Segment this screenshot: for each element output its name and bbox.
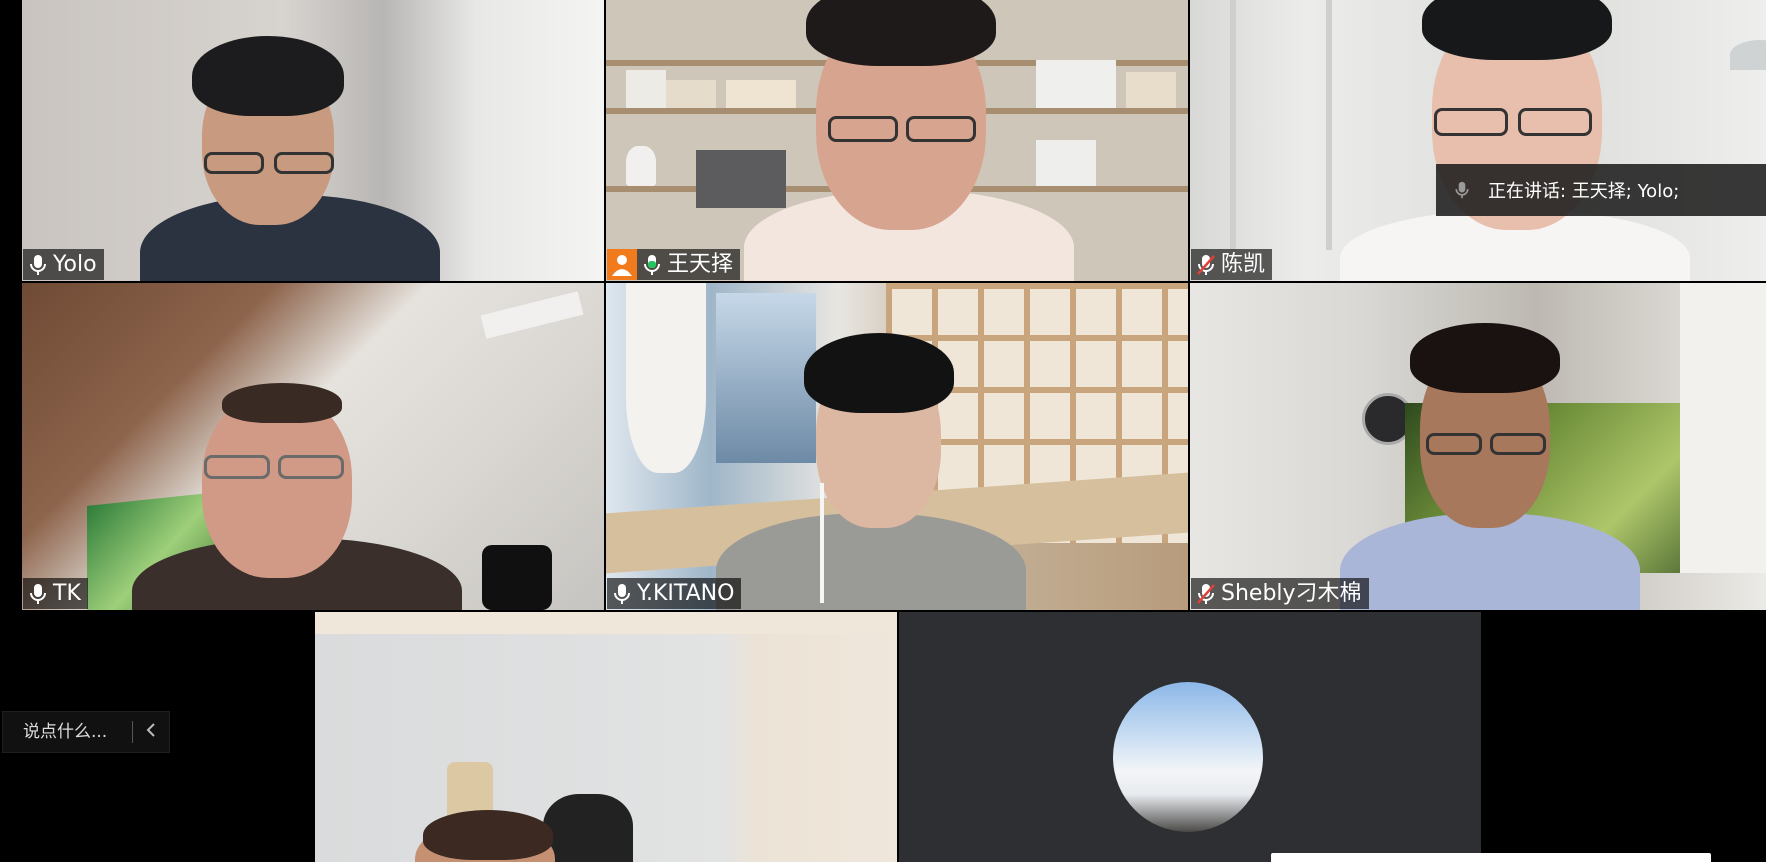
- microphone-icon: [27, 253, 49, 277]
- participant-hair: [423, 810, 553, 860]
- speaking-indicator: 正在讲话: 王天择; Yolo;: [1436, 164, 1766, 216]
- participant-label: 王天择: [607, 249, 741, 280]
- participant-avatar: [1113, 682, 1263, 832]
- participant-label: Yolo: [23, 249, 104, 280]
- chevron-left-icon[interactable]: [133, 720, 169, 744]
- chat-input[interactable]: 说点什么...: [3, 721, 134, 743]
- overlay-panel: [1271, 853, 1711, 862]
- window-curtain: [1680, 283, 1766, 573]
- participant-name: Y.KITANO: [637, 581, 735, 606]
- participant-name: Shebly刁木棉: [1221, 581, 1362, 606]
- gaming-chair: [543, 794, 633, 862]
- chat-input-bar[interactable]: 说点什么...: [2, 711, 170, 753]
- video-tile-room[interactable]: [315, 612, 897, 862]
- microphone-icon: [27, 582, 49, 606]
- video-tile-camera-off[interactable]: [899, 612, 1481, 862]
- video-tile-yolo[interactable]: Yolo: [22, 0, 604, 281]
- chair: [482, 545, 552, 610]
- video-tile-shebly[interactable]: Shebly刁木棉: [1190, 283, 1766, 610]
- video-tile-wang-tianze[interactable]: 王天择: [606, 0, 1188, 281]
- avatar-badge: [607, 249, 637, 280]
- window-frame: [1230, 0, 1332, 250]
- microphone-speaking-icon: [641, 253, 663, 277]
- video-tile-tk[interactable]: TK: [22, 283, 604, 610]
- person-icon: [612, 255, 632, 276]
- earphone-cable: [820, 483, 824, 603]
- microphone-icon: [1436, 179, 1488, 201]
- video-tile-y-kitano[interactable]: Y.KITANO: [606, 283, 1188, 610]
- microphone-muted-icon: [1195, 253, 1217, 277]
- participant-label: Y.KITANO: [607, 578, 742, 609]
- microphone-icon: [611, 582, 633, 606]
- window-curtain: [626, 283, 706, 473]
- participant-name: TK: [53, 581, 81, 606]
- city-view: [716, 293, 816, 463]
- ceiling: [315, 612, 897, 634]
- speaking-text: 正在讲话: 王天择; Yolo;: [1488, 181, 1680, 202]
- participant-name: 陈凯: [1221, 252, 1266, 277]
- microphone-muted-icon: [1195, 582, 1217, 606]
- participant-label: 陈凯: [1191, 249, 1273, 280]
- video-tile-chen-kai[interactable]: 陈凯: [1190, 0, 1766, 281]
- participant-name: 王天择: [667, 252, 734, 277]
- participant-label: TK: [23, 578, 88, 609]
- participant-name: Yolo: [53, 252, 97, 277]
- participant-label: Shebly刁木棉: [1191, 578, 1369, 609]
